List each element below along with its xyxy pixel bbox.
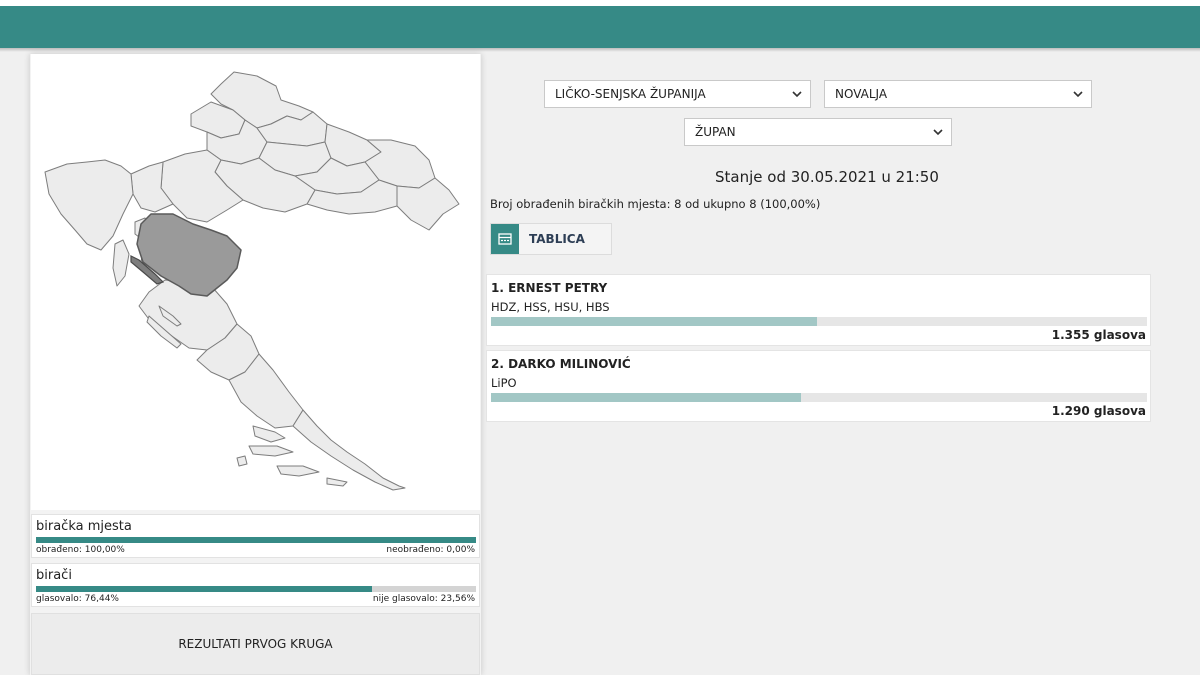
table-view-button[interactable]: TABLICA: [490, 223, 612, 255]
county-select[interactable]: LIČKO-SENJSKA ŽUPANIJA: [544, 80, 811, 108]
polling-stations-panel: biračka mjesta obrađeno: 100,00% neobrađ…: [31, 514, 480, 558]
region-istria[interactable]: [44, 159, 134, 251]
table-view-label: TABLICA: [529, 232, 585, 246]
voted-label: glasovalo: 76,44%: [36, 594, 119, 604]
status-timestamp: Stanje od 30.05.2021 u 21:50: [715, 168, 939, 186]
processed-stations-info: Broj obrađenih biračkih mjesta: 8 od uku…: [490, 197, 821, 211]
left-panel: biračka mjesta obrađeno: 100,00% neobrađ…: [30, 54, 481, 675]
election-type-select[interactable]: ŽUPAN: [684, 118, 952, 146]
candidate-vote-fill: [491, 317, 817, 326]
header-band: [0, 6, 1200, 48]
island-vis: [236, 455, 248, 467]
polling-processed-label: obrađeno: 100,00%: [36, 545, 125, 555]
candidate-vote-track: [491, 317, 1147, 326]
voters-panel: birači glasovalo: 76,44% nije glasovalo:…: [31, 563, 480, 607]
candidate-votes: 1.355 glasova: [1051, 328, 1146, 342]
chevron-down-icon: [1073, 91, 1083, 98]
region-licko-senjska[interactable]: [136, 213, 242, 297]
candidate-card[interactable]: 2. DARKO MILINOVIĆ LiPO 1.290 glasova: [486, 350, 1151, 422]
candidate-vote-track: [491, 393, 1147, 402]
map-container: [31, 54, 480, 510]
candidate-name: 1. ERNEST PETRY: [491, 281, 608, 295]
first-round-results-button[interactable]: REZULTATI PRVOG KRUGA: [31, 613, 480, 675]
candidate-votes: 1.290 glasova: [1051, 404, 1146, 418]
not-voted-label: nije glasovalo: 23,56%: [372, 594, 475, 604]
candidate-vote-fill: [491, 393, 802, 402]
chevron-down-icon: [792, 91, 802, 98]
municipality-select-value: NOVALJA: [835, 87, 888, 101]
polling-unprocessed-label: neobrađeno: 0,00%: [386, 545, 475, 555]
top-header: [0, 0, 1200, 52]
candidate-party: HDZ, HSS, HSU, HBS: [491, 300, 610, 314]
croatia-map: [44, 71, 460, 491]
island-hvar: [248, 445, 294, 457]
candidate-name: 2. DARKO MILINOVIĆ: [491, 357, 631, 371]
island-brac: [252, 425, 286, 443]
island-korcula: [276, 465, 320, 477]
region-dubrovnik[interactable]: [292, 409, 406, 491]
voters-fill: [36, 586, 373, 592]
candidate-card[interactable]: 1. ERNEST PETRY HDZ, HSS, HSU, HBS 1.355…: [486, 274, 1151, 346]
table-icon: [498, 233, 512, 245]
chevron-down-icon: [933, 129, 943, 136]
candidate-party: LiPO: [491, 376, 517, 390]
header-shadow: [0, 48, 1200, 52]
county-select-value: LIČKO-SENJSKA ŽUPANIJA: [555, 87, 706, 101]
island-cres: [112, 239, 130, 287]
voters-title: birači: [36, 568, 72, 583]
election-type-select-value: ŽUPAN: [695, 125, 736, 139]
polling-stations-track: [36, 537, 476, 543]
voters-track: [36, 586, 476, 592]
island-mljet: [326, 477, 348, 487]
municipality-select[interactable]: NOVALJA: [824, 80, 1092, 108]
polling-stations-title: biračka mjesta: [36, 519, 132, 534]
polling-stations-fill: [36, 537, 476, 543]
table-icon-box: [491, 224, 519, 254]
